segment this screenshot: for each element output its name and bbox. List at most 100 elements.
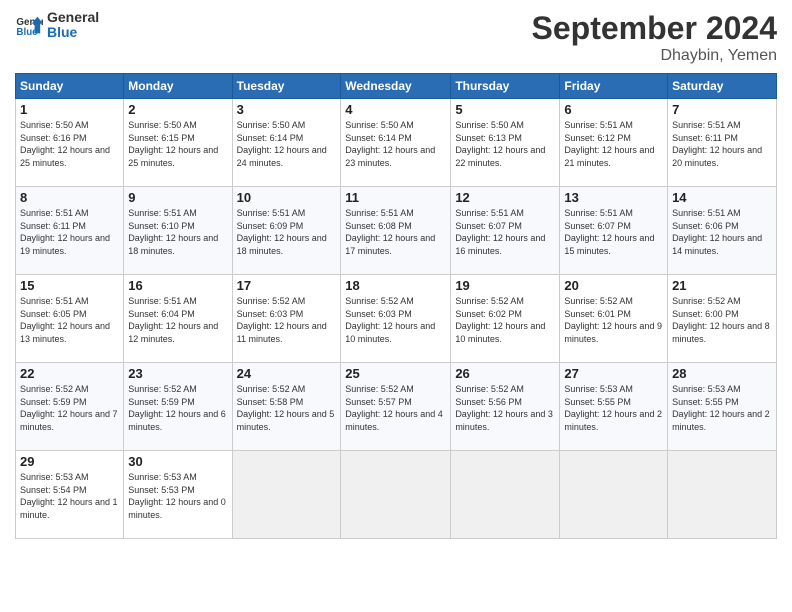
table-row: 13 Sunrise: 5:51 AM Sunset: 6:07 PM Dayl… — [560, 187, 668, 275]
day-number: 12 — [455, 190, 555, 205]
day-info: Sunrise: 5:51 AM Sunset: 6:08 PM Dayligh… — [345, 207, 446, 257]
day-info: Sunrise: 5:52 AM Sunset: 5:59 PM Dayligh… — [128, 383, 227, 433]
header: General Blue General Blue September 2024… — [15, 10, 777, 65]
day-number: 11 — [345, 190, 446, 205]
day-number: 1 — [20, 102, 119, 117]
table-row: 19 Sunrise: 5:52 AM Sunset: 6:02 PM Dayl… — [451, 275, 560, 363]
day-number: 29 — [20, 454, 119, 469]
table-row: 26 Sunrise: 5:52 AM Sunset: 5:56 PM Dayl… — [451, 363, 560, 451]
table-row — [668, 451, 777, 539]
calendar-week-row: 29 Sunrise: 5:53 AM Sunset: 5:54 PM Dayl… — [16, 451, 777, 539]
table-row: 1 Sunrise: 5:50 AM Sunset: 6:16 PM Dayli… — [16, 99, 124, 187]
table-row: 3 Sunrise: 5:50 AM Sunset: 6:14 PM Dayli… — [232, 99, 341, 187]
day-number: 24 — [237, 366, 337, 381]
day-number: 26 — [455, 366, 555, 381]
col-wednesday: Wednesday — [341, 74, 451, 99]
day-info: Sunrise: 5:50 AM Sunset: 6:14 PM Dayligh… — [237, 119, 337, 169]
day-number: 17 — [237, 278, 337, 293]
page: General Blue General Blue September 2024… — [0, 0, 792, 612]
table-row: 28 Sunrise: 5:53 AM Sunset: 5:55 PM Dayl… — [668, 363, 777, 451]
day-number: 6 — [564, 102, 663, 117]
table-row: 24 Sunrise: 5:52 AM Sunset: 5:58 PM Dayl… — [232, 363, 341, 451]
day-info: Sunrise: 5:51 AM Sunset: 6:12 PM Dayligh… — [564, 119, 663, 169]
day-info: Sunrise: 5:50 AM Sunset: 6:13 PM Dayligh… — [455, 119, 555, 169]
day-info: Sunrise: 5:51 AM Sunset: 6:06 PM Dayligh… — [672, 207, 772, 257]
day-number: 23 — [128, 366, 227, 381]
month-title: September 2024 — [532, 10, 777, 47]
table-row: 14 Sunrise: 5:51 AM Sunset: 6:06 PM Dayl… — [668, 187, 777, 275]
table-row: 7 Sunrise: 5:51 AM Sunset: 6:11 PM Dayli… — [668, 99, 777, 187]
table-row: 5 Sunrise: 5:50 AM Sunset: 6:13 PM Dayli… — [451, 99, 560, 187]
table-row: 17 Sunrise: 5:52 AM Sunset: 6:03 PM Dayl… — [232, 275, 341, 363]
table-row: 8 Sunrise: 5:51 AM Sunset: 6:11 PM Dayli… — [16, 187, 124, 275]
table-row: 30 Sunrise: 5:53 AM Sunset: 5:53 PM Dayl… — [124, 451, 232, 539]
day-number: 19 — [455, 278, 555, 293]
logo-icon: General Blue — [15, 11, 43, 39]
day-number: 3 — [237, 102, 337, 117]
day-number: 8 — [20, 190, 119, 205]
table-row: 9 Sunrise: 5:51 AM Sunset: 6:10 PM Dayli… — [124, 187, 232, 275]
table-row: 11 Sunrise: 5:51 AM Sunset: 6:08 PM Dayl… — [341, 187, 451, 275]
day-number: 21 — [672, 278, 772, 293]
calendar-week-row: 8 Sunrise: 5:51 AM Sunset: 6:11 PM Dayli… — [16, 187, 777, 275]
day-number: 16 — [128, 278, 227, 293]
day-number: 20 — [564, 278, 663, 293]
day-number: 4 — [345, 102, 446, 117]
day-info: Sunrise: 5:52 AM Sunset: 6:03 PM Dayligh… — [237, 295, 337, 345]
day-info: Sunrise: 5:51 AM Sunset: 6:07 PM Dayligh… — [564, 207, 663, 257]
title-block: September 2024 Dhaybin, Yemen — [532, 10, 777, 65]
table-row: 21 Sunrise: 5:52 AM Sunset: 6:00 PM Dayl… — [668, 275, 777, 363]
logo: General Blue General Blue — [15, 10, 99, 41]
day-info: Sunrise: 5:52 AM Sunset: 5:58 PM Dayligh… — [237, 383, 337, 433]
day-info: Sunrise: 5:53 AM Sunset: 5:53 PM Dayligh… — [128, 471, 227, 521]
day-number: 30 — [128, 454, 227, 469]
day-info: Sunrise: 5:52 AM Sunset: 5:57 PM Dayligh… — [345, 383, 446, 433]
table-row: 23 Sunrise: 5:52 AM Sunset: 5:59 PM Dayl… — [124, 363, 232, 451]
logo-line2: Blue — [47, 25, 99, 40]
table-row: 16 Sunrise: 5:51 AM Sunset: 6:04 PM Dayl… — [124, 275, 232, 363]
location-subtitle: Dhaybin, Yemen — [532, 47, 777, 65]
table-row: 2 Sunrise: 5:50 AM Sunset: 6:15 PM Dayli… — [124, 99, 232, 187]
day-number: 25 — [345, 366, 446, 381]
col-monday: Monday — [124, 74, 232, 99]
table-row: 20 Sunrise: 5:52 AM Sunset: 6:01 PM Dayl… — [560, 275, 668, 363]
day-info: Sunrise: 5:52 AM Sunset: 5:56 PM Dayligh… — [455, 383, 555, 433]
table-row: 22 Sunrise: 5:52 AM Sunset: 5:59 PM Dayl… — [16, 363, 124, 451]
col-saturday: Saturday — [668, 74, 777, 99]
table-row — [341, 451, 451, 539]
day-number: 7 — [672, 102, 772, 117]
day-info: Sunrise: 5:51 AM Sunset: 6:10 PM Dayligh… — [128, 207, 227, 257]
table-row: 12 Sunrise: 5:51 AM Sunset: 6:07 PM Dayl… — [451, 187, 560, 275]
day-number: 18 — [345, 278, 446, 293]
table-row — [560, 451, 668, 539]
day-number: 22 — [20, 366, 119, 381]
day-info: Sunrise: 5:51 AM Sunset: 6:07 PM Dayligh… — [455, 207, 555, 257]
table-row: 15 Sunrise: 5:51 AM Sunset: 6:05 PM Dayl… — [16, 275, 124, 363]
col-thursday: Thursday — [451, 74, 560, 99]
day-number: 5 — [455, 102, 555, 117]
calendar-table: Sunday Monday Tuesday Wednesday Thursday… — [15, 73, 777, 539]
day-number: 14 — [672, 190, 772, 205]
day-info: Sunrise: 5:52 AM Sunset: 6:00 PM Dayligh… — [672, 295, 772, 345]
day-info: Sunrise: 5:50 AM Sunset: 6:14 PM Dayligh… — [345, 119, 446, 169]
day-number: 13 — [564, 190, 663, 205]
table-row: 4 Sunrise: 5:50 AM Sunset: 6:14 PM Dayli… — [341, 99, 451, 187]
calendar-week-row: 15 Sunrise: 5:51 AM Sunset: 6:05 PM Dayl… — [16, 275, 777, 363]
day-info: Sunrise: 5:52 AM Sunset: 6:03 PM Dayligh… — [345, 295, 446, 345]
table-row: 18 Sunrise: 5:52 AM Sunset: 6:03 PM Dayl… — [341, 275, 451, 363]
day-info: Sunrise: 5:52 AM Sunset: 5:59 PM Dayligh… — [20, 383, 119, 433]
header-row: Sunday Monday Tuesday Wednesday Thursday… — [16, 74, 777, 99]
logo-line1: General — [47, 10, 99, 25]
day-number: 10 — [237, 190, 337, 205]
day-number: 2 — [128, 102, 227, 117]
day-info: Sunrise: 5:50 AM Sunset: 6:16 PM Dayligh… — [20, 119, 119, 169]
col-friday: Friday — [560, 74, 668, 99]
table-row: 6 Sunrise: 5:51 AM Sunset: 6:12 PM Dayli… — [560, 99, 668, 187]
day-number: 28 — [672, 366, 772, 381]
day-info: Sunrise: 5:52 AM Sunset: 6:01 PM Dayligh… — [564, 295, 663, 345]
table-row: 29 Sunrise: 5:53 AM Sunset: 5:54 PM Dayl… — [16, 451, 124, 539]
day-info: Sunrise: 5:50 AM Sunset: 6:15 PM Dayligh… — [128, 119, 227, 169]
day-info: Sunrise: 5:51 AM Sunset: 6:04 PM Dayligh… — [128, 295, 227, 345]
day-number: 9 — [128, 190, 227, 205]
table-row: 10 Sunrise: 5:51 AM Sunset: 6:09 PM Dayl… — [232, 187, 341, 275]
